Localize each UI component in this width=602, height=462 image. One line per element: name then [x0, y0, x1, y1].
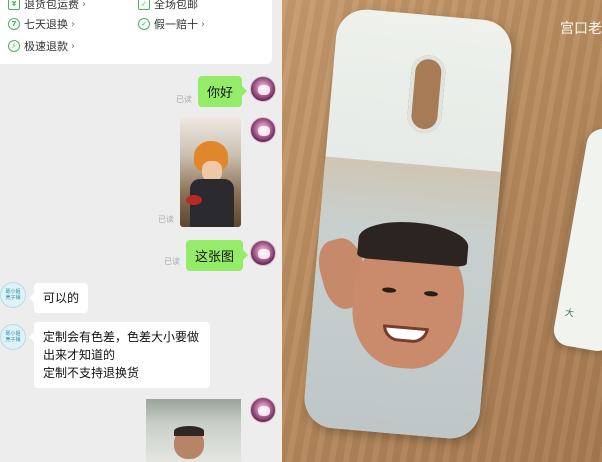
message-bubble-hello[interactable]: 你好 [198, 76, 248, 107]
shop-avatar-text: 壳子铺 [5, 337, 21, 343]
avatar[interactable] [250, 240, 276, 266]
service-guarantee-card[interactable]: ¥ 退货包运费 › 7 七天退换 › ⚡ 极速退款 › ✓ 全场包邮 ✓ 假一赔… [0, 0, 272, 64]
message-line: 出来才知道的 [43, 348, 116, 362]
read-status: 已读 [164, 257, 180, 266]
chevron-right-icon: › [71, 40, 75, 52]
avatar[interactable] [250, 76, 276, 102]
message-bubble-custom-notice[interactable]: 定制会有色差，色差大小要做 出来才知道的 定制不支持退换货 [29, 322, 210, 388]
photo-hair [174, 426, 204, 436]
seven-icon: 7 [8, 18, 20, 30]
message-bubble-this-image[interactable]: 这张图 [186, 240, 249, 271]
message-line: 定制不支持退换货 [43, 366, 140, 380]
service-item-free-shipping[interactable]: ✓ 全场包邮 [138, 0, 198, 12]
device-label: 大 [563, 308, 575, 320]
image-message-anime[interactable] [180, 117, 241, 227]
shop-avatar[interactable]: 砾小姐 壳子铺 [0, 324, 26, 350]
phone-case [302, 7, 514, 441]
chevron-right-icon: › [82, 0, 86, 10]
service-label: 假一赔十 [154, 18, 198, 31]
chat-panel[interactable]: ¥ 退货包运费 › 7 七天退换 › ⚡ 极速退款 › ✓ 全场包邮 ✓ 假一赔… [0, 0, 282, 462]
lightning-icon: ⚡ [8, 40, 20, 52]
service-label: 退货包运费 [24, 0, 79, 11]
shop-avatar[interactable]: 砾小姐 壳子铺 [0, 282, 26, 308]
read-status: 已读 [176, 95, 192, 104]
service-label: 极速退款 [24, 40, 68, 53]
video-panel[interactable]: 大 宫口老 [282, 0, 602, 462]
message-bubble-ok[interactable]: 可以的 [28, 283, 89, 313]
service-label: 全场包邮 [154, 0, 198, 11]
screen: ¥ 退货包运费 › 7 七天退换 › ⚡ 极速退款 › ✓ 全场包邮 ✓ 假一赔… [0, 0, 602, 462]
service-item-return-shipping[interactable]: ¥ 退货包运费 › [8, 0, 86, 12]
yuan-icon: ¥ [8, 0, 20, 10]
image-message-photo[interactable] [146, 399, 241, 462]
service-item-fake-pay-ten[interactable]: ✓ 假一赔十 › [138, 16, 205, 32]
avatar[interactable] [250, 117, 276, 143]
shop-avatar-text: 壳子铺 [5, 295, 21, 301]
avatar[interactable] [250, 397, 276, 423]
image-cloud [186, 195, 202, 205]
camera-cutout [406, 53, 447, 135]
video-watermark: 宫口老 [560, 21, 602, 37]
service-item-seven-day-return[interactable]: 7 七天退换 › [8, 16, 75, 32]
service-label: 七天退换 [24, 18, 68, 31]
message-line: 定制会有色差，色差大小要做 [43, 330, 200, 344]
shield-check-icon: ✓ [138, 18, 150, 30]
chevron-right-icon: › [201, 18, 205, 30]
chevron-right-icon: › [71, 18, 75, 30]
service-item-fast-refund[interactable]: ⚡ 极速退款 › [8, 38, 75, 54]
image-face [202, 161, 222, 181]
check-icon: ✓ [138, 0, 150, 10]
read-status: 已读 [158, 215, 174, 224]
